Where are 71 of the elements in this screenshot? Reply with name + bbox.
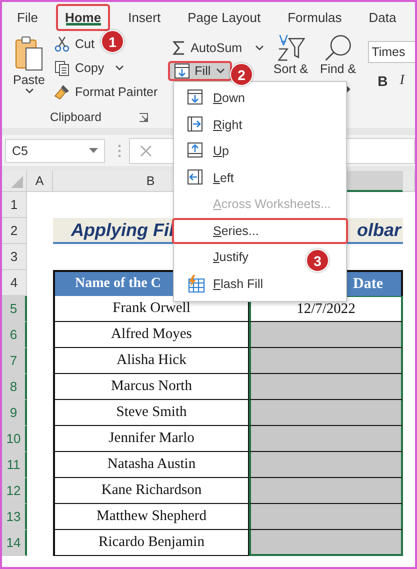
ribbon-tab[interactable]: Insert — [119, 4, 170, 30]
ribbon-tab[interactable]: Page Layout — [178, 4, 270, 30]
copy-icon — [54, 60, 70, 76]
drag-handle-icon — [118, 144, 121, 158]
left-arrow-box-icon — [187, 168, 203, 187]
row-header[interactable]: 14 — [2, 530, 27, 556]
menu-item[interactable]: Right — [172, 112, 252, 138]
table-cell: Jennifer Marlo — [53, 426, 249, 452]
flash-fill-icon — [187, 274, 205, 293]
bold-button[interactable]: B — [378, 73, 388, 89]
menu-item[interactable]: Down — [172, 85, 255, 112]
table-cell: Ricardo Benjamin — [53, 530, 249, 556]
fill-button[interactable]: Fill — [168, 61, 232, 81]
menu-item[interactable]: Justify — [172, 244, 258, 270]
row-header[interactable]: 8 — [2, 374, 27, 400]
row-header[interactable]: 2 — [2, 218, 27, 244]
select-all-button[interactable] — [2, 171, 27, 192]
caret-icon — [89, 148, 98, 154]
row-header[interactable]: 4 — [2, 270, 27, 296]
row-header[interactable]: 13 — [2, 504, 27, 530]
ribbon-tab[interactable]: File — [8, 4, 47, 30]
format-painter-button[interactable]: Format Painter — [54, 82, 158, 102]
caret-icon — [216, 68, 225, 74]
title-text: olbar — [356, 220, 401, 240]
dialog-launcher-icon[interactable] — [139, 112, 148, 122]
font-name-field[interactable]: Times — [368, 41, 415, 63]
table-cell: Steve Smith — [53, 400, 249, 426]
autosum-button[interactable]: AutoSum — [168, 38, 264, 58]
name-box[interactable]: C5 — [5, 138, 105, 162]
right-arrow-box-icon — [187, 116, 203, 134]
caret-icon — [24, 88, 34, 94]
row-header[interactable]: 7 — [2, 348, 27, 374]
row-header[interactable]: 9 — [2, 400, 27, 426]
row-header[interactable]: 12 — [2, 478, 27, 504]
row-header[interactable]: 5 — [2, 296, 27, 322]
ribbon-tab[interactable]: Data — [360, 4, 406, 30]
caret-icon — [255, 45, 264, 51]
paste-button[interactable]: Paste — [10, 32, 48, 108]
table-cell: Kane Richardson — [53, 478, 249, 504]
row-header[interactable]: 3 — [2, 244, 27, 270]
ribbon-tab[interactable]: Formulas — [278, 4, 351, 30]
table-cell: Matthew Shepherd — [53, 504, 249, 530]
table-cell: Alfred Moyes — [53, 322, 249, 348]
caret-icon — [115, 65, 124, 71]
row-header[interactable]: 11 — [2, 452, 27, 478]
row-header[interactable]: 1 — [2, 192, 27, 218]
sort-filter-icon — [276, 34, 305, 62]
copy-button[interactable]: Copy — [54, 58, 158, 78]
italic-button[interactable]: I — [400, 73, 404, 89]
close-icon[interactable] — [140, 144, 152, 156]
column-header[interactable] — [403, 171, 415, 192]
column-header[interactable]: A — [27, 171, 53, 192]
table-cell: Natasha Austin — [53, 452, 249, 478]
row-header[interactable]: 10 — [2, 426, 27, 452]
scissors-icon — [54, 36, 70, 52]
table-cell: Alisha Hick — [53, 348, 249, 374]
sort-filter-button[interactable]: Sort & — [270, 32, 312, 76]
up-arrow-box-icon — [187, 142, 203, 160]
search-icon — [324, 34, 352, 62]
paintbrush-icon — [54, 84, 70, 100]
down-arrow-box-icon — [187, 89, 203, 108]
table-cell: Frank Orwell — [53, 296, 249, 322]
down-arrow-box-icon — [174, 63, 190, 79]
menu-item[interactable]: Series... — [172, 218, 348, 244]
table-cell: Marcus North — [53, 374, 249, 400]
clipboard-icon — [14, 36, 44, 72]
ribbon-tab[interactable]: Home — [56, 4, 110, 30]
row-header[interactable]: 6 — [2, 322, 27, 348]
sum-icon — [172, 40, 186, 56]
triangle-icon — [11, 176, 23, 188]
group-label: Clipboard — [50, 110, 102, 124]
